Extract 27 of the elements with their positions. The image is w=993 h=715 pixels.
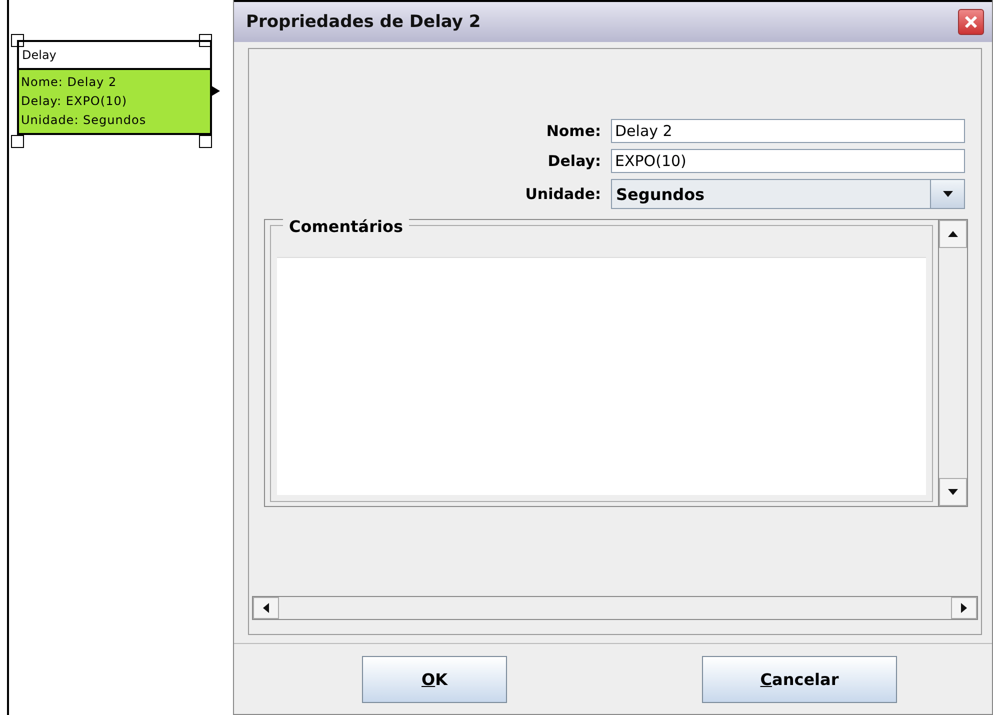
close-button[interactable] bbox=[958, 9, 984, 35]
selection-handle[interactable] bbox=[199, 34, 212, 47]
text-field[interactable]: EXPO(10) bbox=[611, 149, 965, 173]
selection-handle[interactable] bbox=[11, 135, 24, 148]
window-title: Propriedades de Delay 2 bbox=[246, 12, 481, 32]
dialog-button[interactable]: Cancelar bbox=[702, 656, 897, 702]
horizontal-scrollbar[interactable] bbox=[252, 596, 978, 620]
scroll-left-icon bbox=[261, 603, 271, 613]
block-line: Unidade: Segundos bbox=[21, 112, 148, 129]
selection-handle[interactable] bbox=[11, 34, 24, 47]
vertical-scrollbar[interactable] bbox=[938, 220, 967, 506]
field-label: Unidade: bbox=[524, 185, 601, 203]
scroll-right-icon bbox=[959, 603, 969, 613]
block-line: Delay: EXPO(10) bbox=[21, 93, 128, 110]
block-line: Nome: Delay 2 bbox=[21, 74, 118, 91]
comments-field[interactable] bbox=[277, 257, 926, 495]
field-label: Delay: bbox=[546, 152, 601, 170]
delay-block[interactable]: Delay Nome: Delay 2 Delay: EXPO(10) Unidade: Segundos bbox=[17, 40, 212, 135]
dropdown[interactable]: Segundos bbox=[611, 179, 965, 209]
caret-icon bbox=[942, 189, 952, 199]
text-field[interactable]: Delay 2 bbox=[611, 119, 965, 143]
scroll-down-icon bbox=[948, 487, 958, 497]
field-label: Nome: bbox=[545, 122, 601, 140]
selection-handle[interactable] bbox=[199, 135, 212, 148]
scroll-up-icon bbox=[948, 229, 958, 239]
close-icon bbox=[963, 14, 979, 30]
dialog-button[interactable]: OK bbox=[362, 656, 507, 702]
